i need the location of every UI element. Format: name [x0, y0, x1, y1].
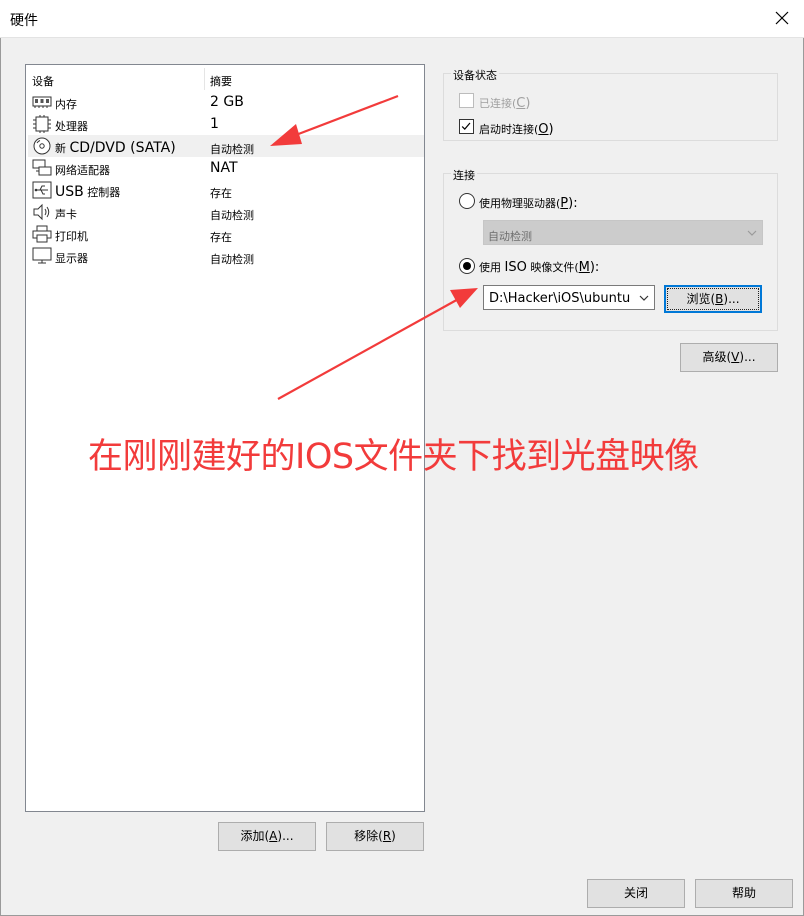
device-row-sound-card[interactable]: 声卡 自动检测: [28, 201, 424, 223]
window-title: 硬件: [10, 13, 38, 29]
radio-selected-dot: [463, 262, 471, 270]
device-name: 新 CD/DVD (SATA): [55, 140, 176, 156]
use-iso-image-label: 使用 ISO 映像文件(M):: [479, 260, 600, 275]
device-name: USB 控制器: [55, 184, 121, 200]
speaker-icon: [33, 203, 50, 221]
iso-path-value: D:\Hacker\iOS\ubuntu: [489, 291, 631, 306]
advanced-button[interactable]: 高级(V)...: [680, 343, 778, 372]
checkmark-icon: [461, 122, 471, 130]
use-physical-drive-label: 使用物理驱动器(P):: [479, 196, 578, 211]
device-row-memory[interactable]: 内存 2 GB: [28, 91, 424, 113]
device-name: 声卡: [55, 208, 77, 221]
device-row-cd-dvd[interactable]: 新 CD/DVD (SATA) 自动检测: [28, 135, 424, 157]
device-row-processor[interactable]: 处理器 1: [28, 113, 424, 135]
device-summary: NAT: [210, 160, 238, 176]
connection-legend: 连接: [451, 167, 477, 183]
device-name: 打印机: [55, 230, 88, 243]
device-row-usb-controller[interactable]: USB 控制器 存在: [28, 179, 424, 201]
browse-button[interactable]: 浏览(B)...: [664, 285, 762, 313]
physical-drive-select: 自动检测: [483, 220, 763, 245]
column-separator[interactable]: [204, 68, 205, 90]
connected-label: 已连接(C): [479, 96, 531, 111]
add-hardware-button[interactable]: 添加(A)...: [218, 822, 316, 851]
memory-icon: [32, 96, 52, 108]
device-summary: 自动检测: [210, 209, 254, 222]
title-bar: 硬件: [0, 0, 804, 38]
device-row-display[interactable]: 显示器 自动检测: [28, 245, 424, 267]
use-physical-drive-radio[interactable]: [459, 193, 475, 209]
cd-dvd-icon: [33, 137, 51, 155]
close-icon[interactable]: [772, 8, 792, 28]
processor-icon: [33, 115, 51, 133]
remove-hardware-button[interactable]: 移除(R): [326, 822, 424, 851]
connect-at-power-on-checkbox[interactable]: [459, 119, 474, 134]
close-button[interactable]: 关闭: [587, 879, 685, 908]
iso-path-combo[interactable]: D:\Hacker\iOS\ubuntu: [483, 285, 655, 310]
device-summary: 自动检测: [210, 143, 254, 156]
focus-rectangle: [667, 288, 759, 310]
annotation-text: 在刚刚建好的IOS文件夹下找到光盘映像: [88, 437, 699, 477]
device-summary: 自动检测: [210, 253, 254, 266]
column-header-summary[interactable]: 摘要: [210, 73, 232, 89]
network-adapter-icon: [32, 159, 52, 176]
connected-checkbox[interactable]: [459, 93, 474, 108]
help-button[interactable]: 帮助: [695, 879, 793, 908]
use-iso-image-radio[interactable]: [459, 258, 475, 274]
device-name: 内存: [55, 98, 77, 111]
chevron-down-icon: [747, 230, 757, 236]
device-name: 显示器: [55, 252, 88, 265]
chevron-down-icon[interactable]: [638, 292, 650, 304]
device-summary: 存在: [210, 187, 232, 200]
device-summary: 存在: [210, 231, 232, 244]
device-name: 处理器: [55, 120, 88, 133]
list-header: 设备 摘要: [26, 65, 424, 90]
device-status-legend: 设备状态: [451, 67, 499, 83]
device-row-network-adapter[interactable]: 网络适配器 NAT: [28, 157, 424, 179]
printer-icon: [32, 225, 52, 243]
physical-drive-value: 自动检测: [488, 230, 532, 243]
monitor-icon: [32, 247, 52, 264]
device-summary: 1: [210, 116, 219, 132]
usb-icon: [32, 181, 52, 199]
device-row-printer[interactable]: 打印机 存在: [28, 223, 424, 245]
connect-at-power-on-label: 启动时连接(O): [479, 122, 554, 137]
device-summary: 2 GB: [210, 94, 244, 110]
device-name: 网络适配器: [55, 164, 110, 177]
column-header-device[interactable]: 设备: [32, 73, 54, 89]
